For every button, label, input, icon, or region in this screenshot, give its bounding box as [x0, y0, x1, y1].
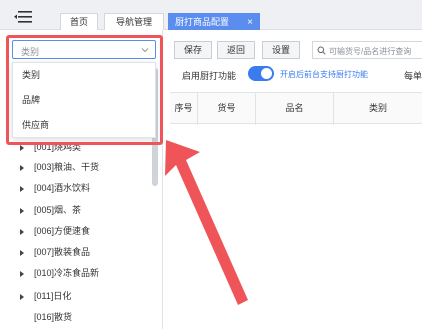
annotation-arrow — [165, 140, 248, 305]
